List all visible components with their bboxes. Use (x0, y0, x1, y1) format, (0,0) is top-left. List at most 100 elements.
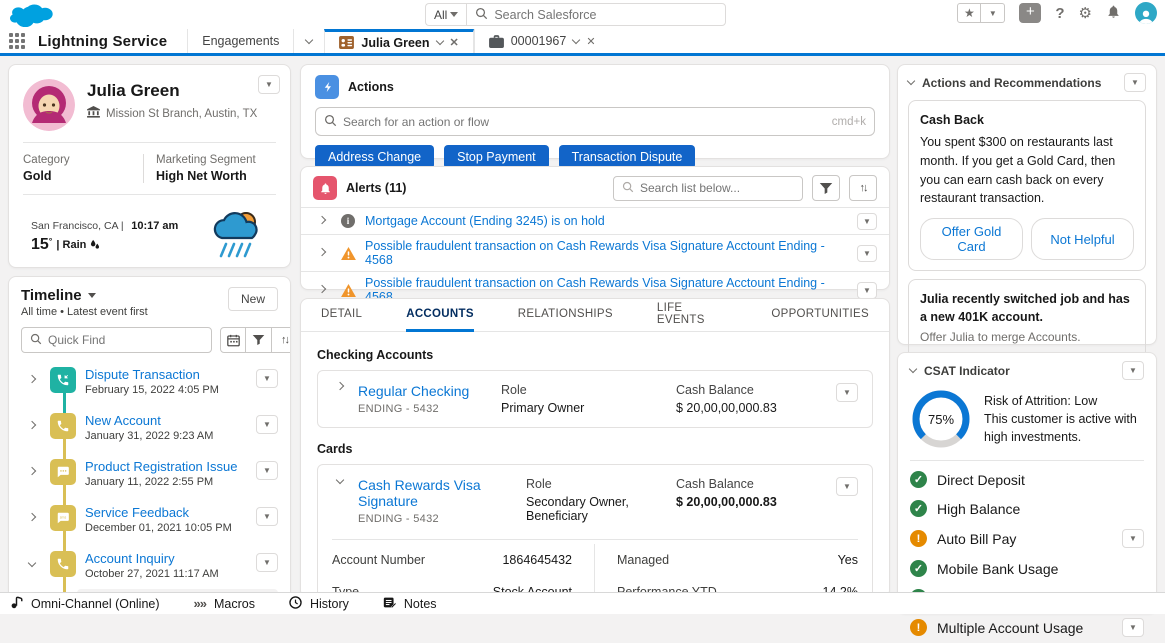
chevron-down-icon[interactable] (572, 35, 580, 43)
expand-chevron-icon[interactable] (313, 281, 331, 299)
app-launcher-icon[interactable] (0, 29, 34, 53)
omni-channel-icon (10, 596, 23, 612)
svg-text:sms: sms (60, 515, 67, 519)
row-menu-button[interactable]: ▼ (836, 383, 858, 402)
timeline-item-date: February 15, 2022 4:05 PM (85, 384, 247, 396)
check-icon: ✓ (910, 471, 927, 488)
search-scope-button[interactable]: All (425, 3, 466, 26)
timeline-item-link[interactable]: Account Inquiry (85, 551, 175, 566)
help-icon[interactable]: ? (1055, 5, 1064, 22)
alerts-filter-button[interactable] (812, 175, 840, 201)
recommendation-title: Julia recently switched job and has a ne… (920, 290, 1134, 326)
expand-chevron-icon[interactable] (23, 371, 41, 389)
expand-chevron-icon[interactable] (23, 417, 41, 435)
expand-chevron-icon[interactable] (23, 463, 41, 481)
favorite-star-icon[interactable]: ★ (957, 3, 981, 23)
expand-chevron-icon[interactable] (313, 244, 331, 262)
timeline-new-button[interactable]: New (228, 287, 278, 311)
info-icon: i (340, 213, 356, 229)
account-name-link[interactable]: Regular Checking (358, 383, 469, 399)
row-menu-button[interactable]: ▼ (857, 245, 877, 262)
search-icon (622, 181, 634, 196)
check-icon: ✓ (910, 500, 927, 517)
alerts-search-input[interactable] (640, 181, 794, 195)
account-name-link[interactable]: Cash Rewards Visa Signature (358, 477, 481, 509)
tab-engagements[interactable]: Engagements (187, 29, 293, 53)
timeline-item-date: January 11, 2022 2:55 PM (85, 476, 247, 488)
favorites-dropdown-icon[interactable]: ▼ (981, 3, 1005, 23)
timeline-filter-button[interactable] (246, 327, 272, 353)
panel-menu-button[interactable]: ▼ (1122, 361, 1144, 380)
timeline-item-link[interactable]: New Account (85, 413, 161, 428)
global-actions-icon[interactable]: + (1019, 3, 1041, 23)
expand-chevron-icon[interactable] (332, 386, 348, 389)
row-menu-button[interactable]: ▼ (857, 282, 877, 299)
customer-avatar (23, 79, 75, 131)
collapse-chevron-icon[interactable] (332, 480, 348, 483)
alert-link[interactable]: Possible fraudulent transaction on Cash … (365, 239, 825, 267)
panel-menu-button[interactable]: ▼ (1124, 73, 1146, 92)
row-menu-button[interactable]: ▼ (857, 213, 877, 230)
timeline-item-link[interactable]: Service Feedback (85, 505, 189, 520)
tab-engagements-dropdown[interactable] (293, 29, 324, 53)
row-menu-button[interactable]: ▼ (256, 369, 278, 388)
row-menu-button[interactable]: ▼ (256, 507, 278, 526)
recommendation-body: You spent $300 on restaurants last month… (920, 133, 1134, 208)
expand-chevron-icon[interactable] (313, 212, 331, 230)
weather-temperature: 15° (31, 236, 52, 254)
tab-life-events[interactable]: LIFE EVENTS (657, 299, 728, 332)
actions-panel-title: Actions (348, 80, 394, 94)
warning-icon: ! (910, 530, 927, 547)
action-search-input[interactable] (343, 115, 826, 129)
timeline-item: Product Registration Issue January 11, 2… (21, 459, 278, 505)
chevron-down-icon[interactable] (435, 37, 443, 45)
call-icon (50, 551, 76, 577)
timeline-title[interactable]: Timeline (21, 287, 148, 304)
timeline-item-link[interactable]: Dispute Transaction (85, 367, 200, 382)
tab-opportunities[interactable]: OPPORTUNITIES (771, 299, 869, 332)
alert-link[interactable]: Mortgage Account (Ending 3245) is on hol… (365, 214, 605, 228)
timeline-item-date: October 27, 2021 11:17 AM (85, 568, 247, 580)
timeline-quick-find-input[interactable] (48, 333, 203, 347)
not-helpful-button[interactable]: Not Helpful (1031, 218, 1134, 260)
csat-indicator-row: ✓ High Balance (910, 494, 1144, 523)
omni-channel-button[interactable]: Omni-Channel (Online) (10, 596, 160, 612)
row-menu-button[interactable]: ▼ (1122, 618, 1144, 637)
user-avatar[interactable] (1135, 2, 1157, 24)
tab-relationships[interactable]: RELATIONSHIPS (518, 299, 613, 332)
notifications-bell-icon[interactable] (1106, 4, 1121, 22)
customer-profile-card: ▼ Julia Green Mission St Branch, Austin,… (8, 64, 291, 268)
timeline-item: New Account January 31, 2022 9:23 AM ▼ (21, 413, 278, 459)
setup-gear-icon[interactable]: ⚙ (1079, 4, 1092, 22)
collapse-chevron-icon[interactable] (909, 365, 917, 373)
cards-heading: Cards (317, 442, 873, 456)
favorites-control: ★ ▼ (957, 3, 1005, 23)
row-menu-button[interactable]: ▼ (1122, 529, 1144, 548)
global-search-input[interactable] (494, 8, 717, 22)
expand-chevron-icon[interactable] (23, 509, 41, 527)
collapse-chevron-icon[interactable] (23, 555, 41, 573)
offer-gold-card-button[interactable]: Offer Gold Card (920, 218, 1023, 260)
row-menu-button[interactable]: ▼ (256, 415, 278, 434)
collapse-chevron-icon[interactable] (907, 77, 915, 85)
tab-contact-julia-green[interactable]: Julia Green ✕ (324, 29, 473, 53)
profile-menu-button[interactable]: ▼ (258, 75, 280, 94)
tab-case-00001967[interactable]: 00001967 ✕ (474, 29, 610, 53)
timeline-sort-button[interactable]: ↑↓ (272, 327, 291, 353)
history-button[interactable]: History (289, 596, 349, 612)
call-icon (50, 367, 76, 393)
tab-engagements-label: Engagements (202, 34, 279, 48)
alerts-sort-button[interactable]: ↑↓ (849, 175, 877, 201)
row-menu-button[interactable]: ▼ (256, 461, 278, 480)
row-menu-button[interactable]: ▼ (256, 553, 278, 572)
row-menu-button[interactable]: ▼ (836, 477, 858, 496)
notes-button[interactable]: Notes (383, 596, 437, 612)
timeline-item-link[interactable]: Product Registration Issue (85, 459, 237, 474)
csat-indicator-row: ! Multiple Account Usage ▼ (910, 612, 1144, 643)
macros-button[interactable]: »» Macros (194, 596, 255, 611)
tab-detail[interactable]: DETAIL (321, 299, 362, 332)
timeline-date-range-button[interactable] (220, 327, 246, 353)
close-icon[interactable]: ✕ (450, 36, 459, 49)
tab-accounts[interactable]: ACCOUNTS (406, 299, 474, 332)
close-icon[interactable]: ✕ (586, 35, 595, 48)
